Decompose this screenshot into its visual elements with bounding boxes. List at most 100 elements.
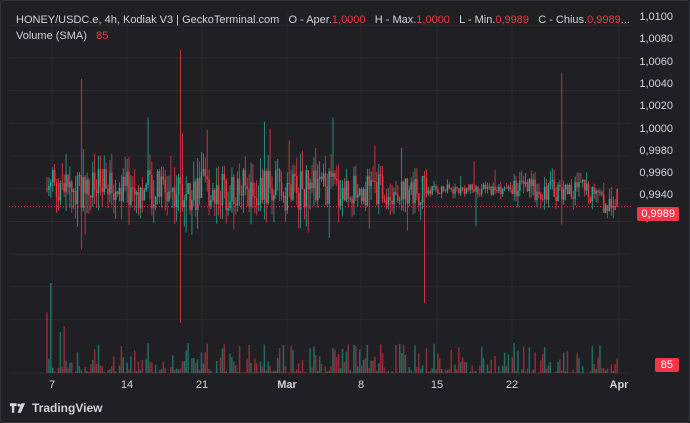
candle-body [286,183,289,211]
volume-bar [145,359,147,373]
candle-body [234,203,237,206]
candle-body [145,184,147,190]
candle-body [398,199,401,201]
candle-body [410,182,412,190]
volume-bar [454,364,456,373]
chart-canvas[interactable] [1,1,690,423]
candle-body [252,182,254,197]
candle-body [212,190,214,201]
volume-bar [442,372,445,373]
high-value: 1,0000 [416,14,450,26]
candle-body [330,171,332,177]
volume-bar [379,344,382,373]
candle-body [397,194,399,201]
candle-body [395,192,397,195]
candle-body [50,182,52,186]
volume-bar [46,312,48,373]
candle-body [160,176,163,197]
candle-body [582,179,584,182]
candle-body [524,182,527,185]
candle-body [185,193,187,201]
candle-body [206,176,208,180]
volume-bar [112,356,115,373]
candle-body [172,187,174,192]
volume-bar [566,351,569,373]
candle-body [76,175,79,205]
candle-body [568,184,571,194]
volume-bar [250,362,252,373]
candle-body [296,176,298,193]
candle-body [88,179,90,196]
candle-body [57,196,60,201]
candle-body [406,178,409,204]
volume-bar [437,353,439,373]
volume-bar [290,345,292,373]
candle-body [255,198,258,205]
volume-bar [520,368,523,373]
volume-bar [111,365,113,373]
candle-body [494,186,496,190]
candle-body [63,183,65,192]
candle-body [318,176,321,179]
volume-bar [606,368,609,373]
volume-bar [366,344,369,373]
volume-bar [463,361,466,373]
volume-bar [156,372,159,373]
volume-bar [547,365,550,373]
candle-body [610,198,613,208]
candle-body [547,185,550,201]
candle-body [103,169,105,192]
candle-body [513,180,515,195]
volume-bar [301,359,304,373]
candle-body [55,182,58,197]
volume-bar [410,370,412,373]
brand-name: TradingView [32,401,103,415]
candle-body [204,169,207,177]
candle-body [599,192,601,193]
candle-body [515,180,517,197]
volume-bar [395,344,397,373]
volume-bar [562,352,565,373]
candle-body [589,197,592,202]
candle-body [118,188,121,195]
symbol-title[interactable]: HONEY/USDC.e, 4h, Kodiak V3 | GeckoTermi… [16,14,279,26]
candle-body [450,188,452,190]
volume-bar [347,344,350,373]
candle-body [227,208,229,211]
volume-bar [328,370,330,373]
volume-bar [114,371,117,373]
volume-bar [368,367,370,373]
time-tick-label: 14 [120,379,134,391]
volume-bar [271,371,273,373]
volume-bar [311,367,313,373]
volume-bar [357,366,359,373]
volume-bar [252,372,254,373]
candle-body [328,171,330,205]
volume-bar [233,361,235,373]
candle-body [482,184,485,189]
volume-legend: Volume (SMA) 85 [16,30,108,42]
volume-label[interactable]: Volume (SMA) [16,30,87,42]
candle-body [372,180,374,181]
volume-bar [446,370,449,373]
chart-widget[interactable]: HONEY/USDC.e, 4h, Kodiak V3 | GeckoTermi… [0,0,690,423]
candle-body [357,194,359,198]
volume-bar [406,372,409,373]
volume-bar [126,362,128,373]
volume-bar [538,372,540,373]
candle-body [393,192,395,205]
candle-body [532,179,534,186]
volume-bar [332,348,334,373]
candle-body [183,200,186,207]
volume-bar [246,358,248,373]
candle-body [168,191,170,202]
candle-body [72,190,75,193]
tradingview-logo[interactable]: TradingView [10,401,102,415]
candle-body [109,172,111,195]
candle-body [336,178,338,181]
volume-bar [234,365,237,373]
candle-body [566,184,569,194]
candle-body [536,191,538,200]
candle-body [595,190,597,194]
candle-body [305,170,308,208]
